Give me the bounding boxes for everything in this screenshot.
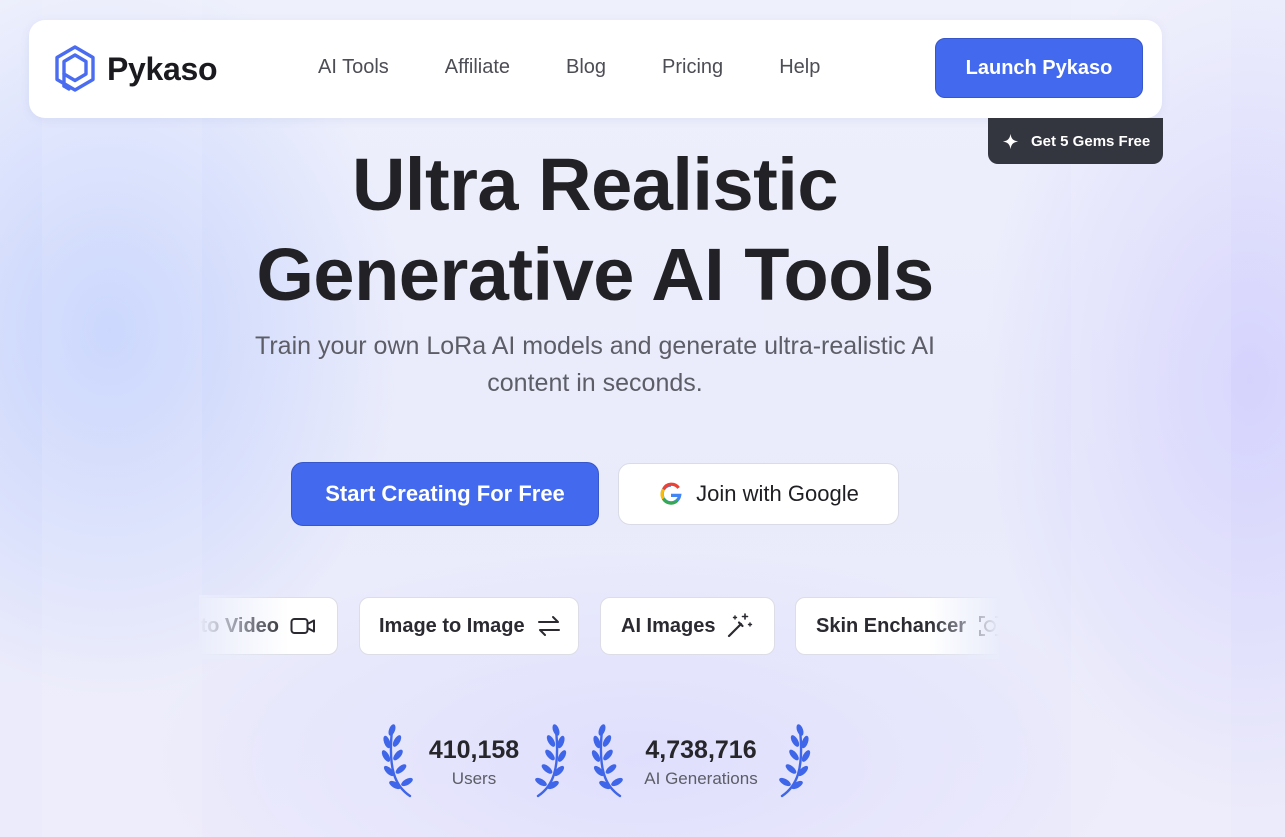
start-creating-button[interactable]: Start Creating For Free bbox=[291, 462, 599, 526]
laurel-right-icon bbox=[535, 724, 567, 798]
nav-links: AI Tools Affiliate Blog Pricing Help bbox=[318, 56, 820, 79]
tool-chip-image-to-image[interactable]: Image to Image bbox=[359, 597, 579, 655]
laurel-right-icon bbox=[779, 724, 811, 798]
tool-chip-skin-enhancer[interactable]: Skin Enchancer bbox=[795, 597, 999, 655]
video-camera-icon bbox=[290, 618, 315, 634]
brand-name: Pykaso bbox=[107, 50, 218, 87]
nav-link-help[interactable]: Help bbox=[779, 56, 820, 79]
tool-chip-label: Skin Enchancer bbox=[816, 614, 967, 637]
magic-wand-icon bbox=[728, 613, 753, 638]
stat-users: 410,158 Users bbox=[380, 724, 568, 800]
pykaso-logo-icon bbox=[55, 45, 95, 92]
nav-link-affiliate[interactable]: Affiliate bbox=[445, 56, 510, 79]
nav-link-ai-tools[interactable]: AI Tools bbox=[318, 56, 389, 79]
launch-button[interactable]: Launch Pykaso bbox=[935, 38, 1143, 98]
nav-link-pricing[interactable]: Pricing bbox=[662, 56, 723, 79]
background-band bbox=[1151, 0, 1231, 837]
hero-title-line-2: Generative AI Tools bbox=[256, 233, 934, 316]
tool-carousel: to Video Image to Image AI Images Skin E… bbox=[199, 595, 999, 659]
nav-link-blog[interactable]: Blog bbox=[566, 56, 606, 79]
tool-chip-label: AI Images bbox=[621, 614, 716, 637]
hero-title: Ultra Realistic Generative AI Tools bbox=[0, 140, 1190, 320]
join-with-google-label: Join with Google bbox=[696, 481, 859, 506]
google-icon bbox=[660, 482, 682, 505]
hero-subtitle: Train your own LoRa AI models and genera… bbox=[255, 332, 935, 397]
face-frame-icon bbox=[979, 616, 999, 636]
tool-chip-label: to Video bbox=[200, 614, 279, 637]
join-with-google-button[interactable]: Join with Google bbox=[618, 463, 899, 525]
brand-logo[interactable]: Pykaso bbox=[52, 44, 218, 94]
tool-chip-video[interactable]: to Video bbox=[199, 597, 338, 655]
tool-chip-label: Image to Image bbox=[379, 614, 525, 637]
swap-arrows-icon bbox=[537, 616, 560, 636]
stat-generations: 4,738,716 AI Generations bbox=[590, 724, 812, 800]
top-navbar: Pykaso AI Tools Affiliate Blog Pricing H… bbox=[29, 20, 1162, 118]
tool-chip-ai-images[interactable]: AI Images bbox=[600, 597, 775, 655]
background-band bbox=[42, 0, 122, 837]
hero-title-line-1: Ultra Realistic bbox=[351, 143, 839, 226]
background-band bbox=[122, 0, 202, 837]
